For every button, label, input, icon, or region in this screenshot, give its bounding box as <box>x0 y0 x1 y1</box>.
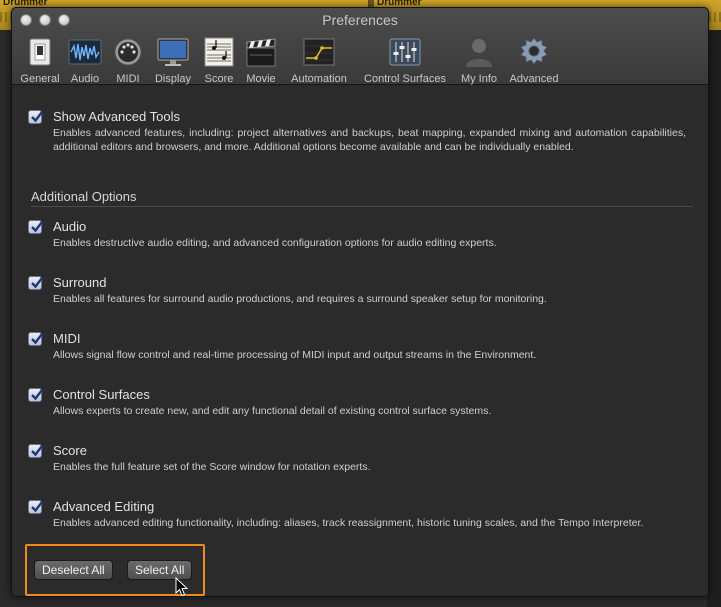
option-title: Control Surfaces <box>53 387 150 402</box>
tab-label: Movie <box>246 73 276 85</box>
tab-my-info[interactable]: My Info <box>457 36 501 85</box>
option-title: Score <box>53 443 87 458</box>
section-divider <box>31 206 693 207</box>
gear-icon <box>520 37 548 65</box>
tab-automation[interactable]: Automation <box>286 36 352 85</box>
tab-display[interactable]: Display <box>152 36 194 85</box>
checkmark-icon <box>31 277 43 289</box>
checkmark-icon <box>31 445 43 457</box>
window-title: Preferences <box>322 12 398 28</box>
tab-label: My Info <box>460 73 498 85</box>
tab-label: Display <box>154 73 192 85</box>
tab-label: Score <box>204 73 234 85</box>
checkmark-icon <box>31 333 43 345</box>
option-description: Enables advanced editing functionality, … <box>53 517 644 529</box>
clapperboard-icon <box>246 38 276 67</box>
preferences-toolbar: General Audio MIDI Display Score Movie A… <box>12 36 708 85</box>
tab-movie[interactable]: Movie <box>241 36 281 85</box>
option-description: Enables destructive audio editing, and a… <box>53 237 497 249</box>
checkmark-icon <box>31 111 43 123</box>
checkmark-icon <box>31 221 43 233</box>
tab-midi[interactable]: MIDI <box>108 36 148 85</box>
option-description: Enables the full feature set of the Scor… <box>53 461 371 473</box>
tab-label: MIDI <box>116 73 140 85</box>
option-title: Show Advanced Tools <box>53 109 180 124</box>
advanced-editing-checkbox[interactable] <box>28 500 43 514</box>
tab-advanced[interactable]: Advanced <box>506 36 562 85</box>
mouse-pointer-icon <box>175 577 189 596</box>
tab-general[interactable]: General <box>18 36 62 85</box>
preferences-window: Preferences General Audio MIDI Display S… <box>11 7 709 597</box>
option-description: Allows experts to create new, and edit a… <box>53 405 492 417</box>
surround-checkbox[interactable] <box>28 276 43 290</box>
midi-checkbox[interactable] <box>28 332 43 346</box>
checkmark-icon <box>31 501 43 513</box>
option-description: Enables all features for surround audio … <box>53 293 547 305</box>
audio-waveform-icon <box>68 39 102 65</box>
option-title: Advanced Editing <box>53 499 155 514</box>
tab-audio[interactable]: Audio <box>65 36 105 85</box>
tab-score[interactable]: Score <box>200 36 238 85</box>
automation-curve-icon <box>303 38 335 66</box>
tab-label: General <box>20 73 60 85</box>
option-description: Enables advanced features, including: pr… <box>53 127 686 153</box>
deselect-all-button[interactable]: Deselect All <box>34 560 113 580</box>
score-sheet-icon <box>204 37 234 67</box>
option-title: Audio <box>53 219 87 234</box>
midi-connector-icon <box>114 38 142 66</box>
score-checkbox[interactable] <box>28 444 43 458</box>
tab-label: Audio <box>70 73 100 85</box>
additional-options-heading: Additional Options <box>31 189 137 204</box>
user-silhouette-icon <box>466 39 492 67</box>
background-panel <box>707 30 721 607</box>
mixer-faders-icon <box>389 38 421 66</box>
option-title: MIDI <box>53 331 81 346</box>
option-title: Surround <box>53 275 107 290</box>
show-advanced-tools-checkbox[interactable] <box>28 110 43 124</box>
switch-icon <box>29 38 51 66</box>
audio-checkbox[interactable] <box>28 220 43 234</box>
monitor-icon <box>157 38 189 66</box>
preferences-content: Show Advanced Tools Enables advanced fea… <box>12 85 708 596</box>
control-surfaces-checkbox[interactable] <box>28 388 43 402</box>
checkmark-icon <box>31 389 43 401</box>
tab-label: Advanced <box>509 73 559 85</box>
title-bar: Preferences General Audio MIDI Display S… <box>12 8 708 85</box>
tab-label: Automation <box>291 73 347 85</box>
tab-label: Control Surfaces <box>364 73 446 85</box>
option-description: Allows signal flow control and real-time… <box>53 349 537 361</box>
tab-control-surfaces[interactable]: Control Surfaces <box>360 36 450 85</box>
